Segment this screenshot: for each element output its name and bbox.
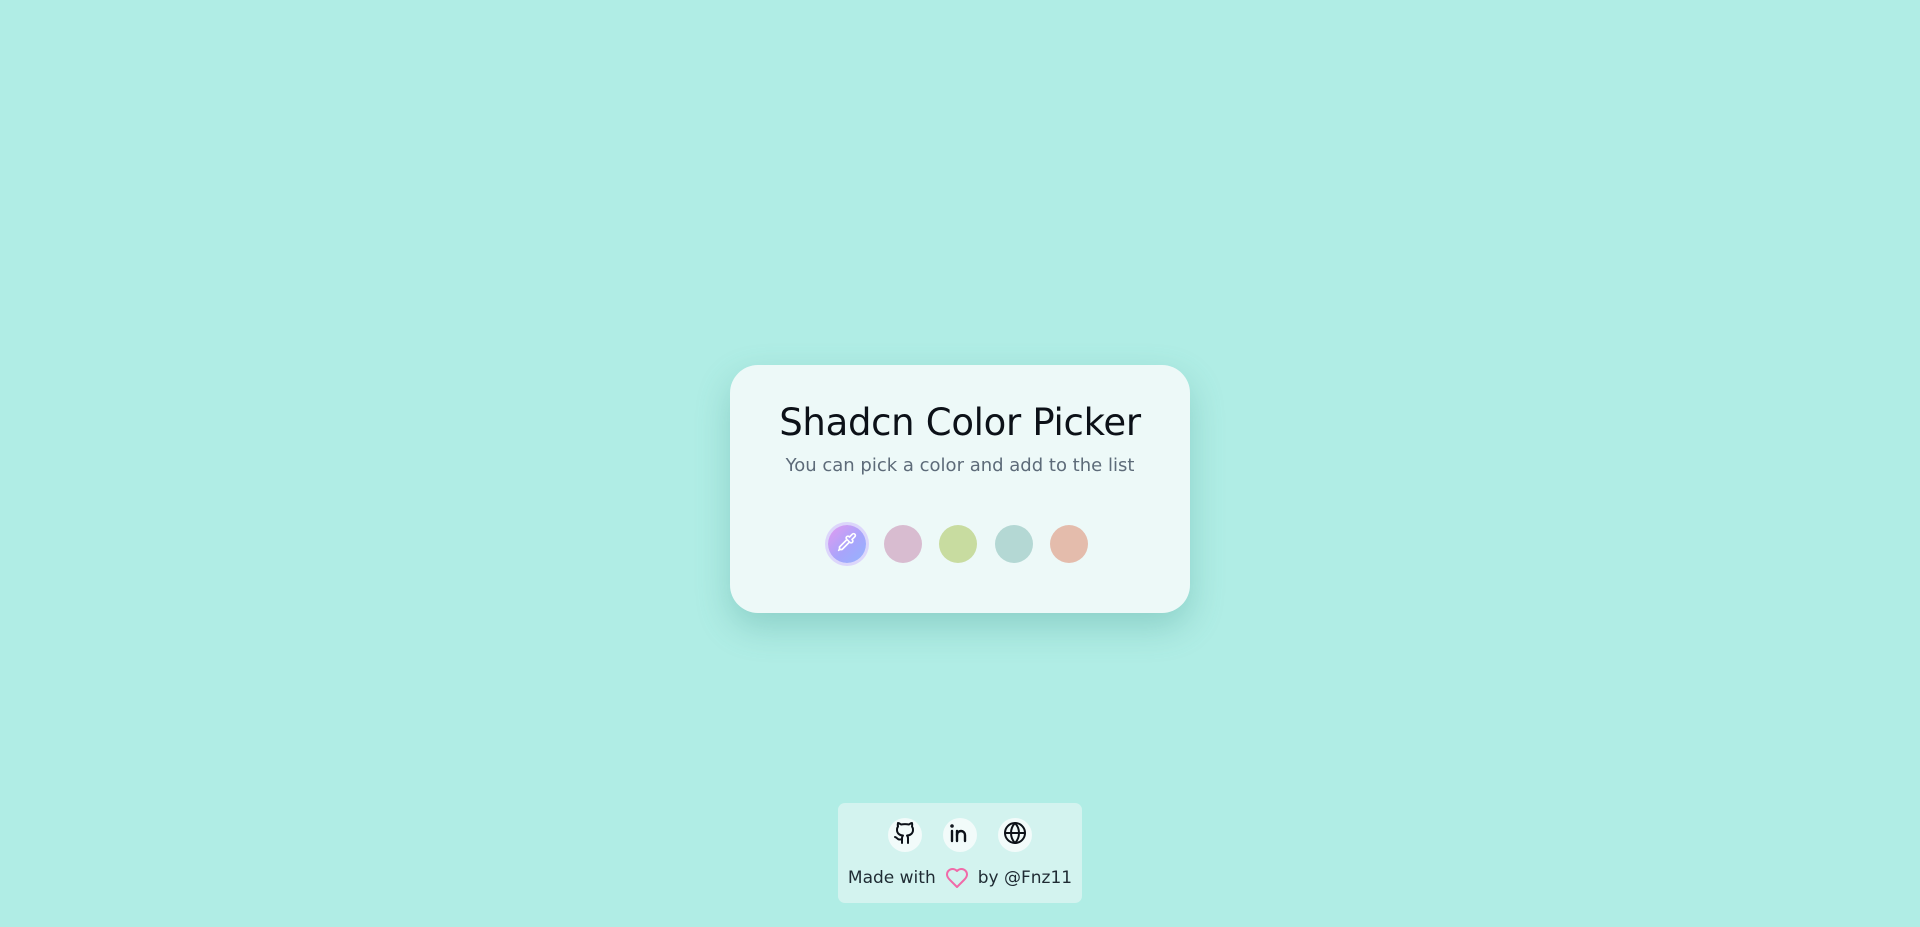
card-subtitle: You can pick a color and add to the list (785, 455, 1135, 476)
color-swatch-list (828, 525, 1098, 565)
footer: Made with by @Fnz11 (838, 803, 1082, 903)
globe-icon (1003, 821, 1027, 849)
made-with-credit: Made with by @Fnz11 (838, 865, 1082, 891)
color-picker-card: Shadcn Color Picker You can pick a color… (730, 365, 1190, 613)
eyedropper-icon (837, 532, 857, 556)
eyedropper-picker-button[interactable] (828, 525, 866, 563)
card-title: Shadcn Color Picker (779, 401, 1141, 444)
made-with-label: Made with (847, 868, 936, 888)
linkedin-link[interactable] (943, 818, 977, 852)
github-icon (893, 821, 917, 849)
heart-icon (944, 866, 970, 890)
linkedin-icon (948, 821, 972, 849)
color-swatch-1[interactable] (884, 525, 922, 563)
author-credit[interactable]: by @Fnz11 (978, 868, 1072, 888)
website-link[interactable] (998, 818, 1032, 852)
color-swatch-4[interactable] (1050, 525, 1088, 563)
color-swatch-2[interactable] (939, 525, 977, 563)
github-link[interactable] (888, 818, 922, 852)
color-swatch-3[interactable] (995, 525, 1033, 563)
page: Shadcn Color Picker You can pick a color… (0, 0, 1920, 927)
